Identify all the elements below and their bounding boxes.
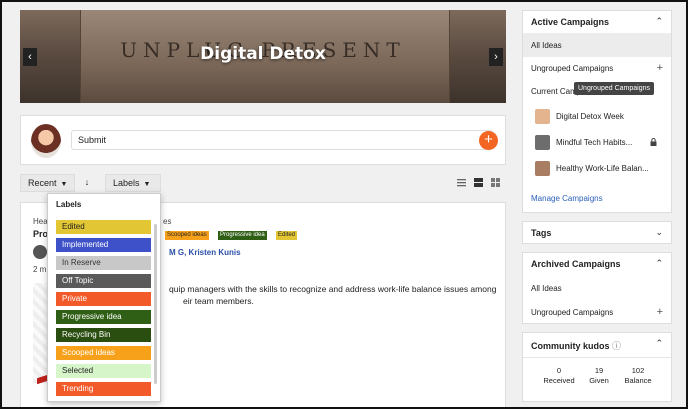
label-item-off-topic[interactable]: Off Topic <box>56 274 151 288</box>
add-idea-button[interactable]: + <box>479 131 498 150</box>
idea-authors[interactable]: M G, Kristen Kunis <box>169 248 241 257</box>
kudos-given-value: 19 <box>594 366 604 375</box>
tooltip: Ungrouped Campaigns <box>574 82 654 95</box>
label-item-implemented[interactable]: Implemented <box>56 238 151 252</box>
idea-toolbar: Recent ▼ ↓ Labels ▼ <box>20 174 506 192</box>
idea-body: quip managers with the skills to recogni… <box>169 283 499 307</box>
kudos-balance-value: 102 <box>631 366 645 375</box>
all-ideas-label: All Ideas <box>531 41 562 50</box>
archived-campaigns-panel: Archived Campaigns ⌃ All Ideas Ungrouped… <box>522 252 672 324</box>
active-campaigns-panel: Active Campaigns ⌃ All Ideas Ungrouped C… <box>522 10 672 213</box>
ungrouped-campaigns-link[interactable]: Ungrouped Campaigns <box>531 308 613 317</box>
submit-input[interactable]: Submit <box>71 130 493 150</box>
chevron-up-icon[interactable]: ⌃ <box>655 258 663 269</box>
panel-title: Active Campaigns <box>531 17 610 27</box>
kudos-title: Community kudos <box>531 341 610 351</box>
label-item-scooped-ideas[interactable]: Scooped ideas <box>56 346 151 360</box>
lock-icon <box>650 138 657 146</box>
plus-icon[interactable]: + <box>657 62 663 74</box>
app-frame: UNPLUG PRESENT Digital Detox ‹ › Submit … <box>0 0 688 409</box>
tags-panel[interactable]: Tags ⌄ <box>522 221 672 244</box>
card-view-icon[interactable] <box>474 178 483 187</box>
campaign-link[interactable]: Healthy Work-Life Balan... <box>556 164 649 173</box>
chevron-down-icon[interactable]: ⌄ <box>655 227 663 238</box>
all-ideas-link[interactable]: All Ideas <box>531 284 562 293</box>
labels-button-label: Labels <box>113 178 140 188</box>
submit-idea-card: Submit + <box>20 115 506 165</box>
label-item-progressive-idea[interactable]: Progressive idea <box>56 310 151 324</box>
grid-view-icon[interactable] <box>491 178 500 187</box>
campaign-thumbnail <box>535 161 550 176</box>
idea-title-fragment: Pro <box>33 229 49 239</box>
divider <box>523 357 671 358</box>
label-item-recycling-bin[interactable]: Recycling Bin <box>56 328 151 342</box>
chevron-up-icon[interactable]: ⌃ <box>655 338 663 349</box>
kudos-balance-label: Balance <box>624 376 652 385</box>
labels-dropdown-button[interactable]: Labels ▼ <box>105 174 161 192</box>
idea-body-line: quip managers with the skills to recogni… <box>169 284 497 294</box>
chevron-left-icon[interactable]: ‹ <box>23 48 37 66</box>
sort-dropdown[interactable]: Recent ▼ <box>20 174 75 192</box>
menu-scrollbar[interactable] <box>154 224 157 384</box>
tag-scooped: Scooped ideas <box>165 231 209 240</box>
chevron-right-icon[interactable]: › <box>489 48 503 66</box>
banner-title: Digital Detox <box>200 44 326 64</box>
author-avatar <box>33 245 47 259</box>
chevron-up-icon[interactable]: ⌃ <box>655 16 663 27</box>
label-item-selected[interactable]: Selected <box>56 364 151 378</box>
ungrouped-campaigns-link[interactable]: Ungrouped Campaigns <box>531 64 613 73</box>
tag-progressive: Progressive idea <box>218 231 267 240</box>
campaign-thumbnail <box>535 109 550 124</box>
plus-icon[interactable]: + <box>657 306 663 318</box>
list-view-icon[interactable] <box>457 178 466 187</box>
kudos-received-label: Received <box>543 376 575 385</box>
idea-category-fragment: es <box>163 217 172 226</box>
labels-menu-heading: Labels <box>56 200 82 209</box>
sort-label: Recent <box>28 178 57 188</box>
community-kudos-panel: Community kudos ⓘ ⌃ 0 Received 19 Given … <box>522 332 672 402</box>
panel-title: Community kudos ⓘ <box>531 339 621 352</box>
view-switcher <box>457 178 502 188</box>
campaign-link[interactable]: Mindful Tech Habits... <box>556 138 632 147</box>
campaign-banner: UNPLUG PRESENT Digital Detox ‹ › <box>20 10 506 103</box>
kudos-given-label: Given <box>589 376 609 385</box>
all-ideas-row[interactable]: All Ideas <box>523 33 671 57</box>
label-item-in-reserve[interactable]: In Reserve <box>56 256 151 270</box>
panel-title: Tags <box>531 228 552 238</box>
chevron-down-icon: ▼ <box>60 181 68 188</box>
kudos-received-value: 0 <box>556 366 562 375</box>
campaign-thumbnail <box>535 135 550 150</box>
idea-body-line: eir team members. <box>183 296 254 306</box>
avatar <box>31 124 61 158</box>
info-icon[interactable]: ⓘ <box>612 341 621 351</box>
tag-edited: Edited <box>276 231 298 240</box>
label-item-private[interactable]: Private <box>56 292 151 306</box>
label-item-edited[interactable]: Edited <box>56 220 151 234</box>
arrow-down-icon[interactable]: ↓ <box>79 174 95 192</box>
chevron-down-icon: ▼ <box>143 181 151 188</box>
labels-dropdown-menu: Labels Edited Implemented In Reserve Off… <box>47 193 161 402</box>
panel-title: Archived Campaigns <box>531 259 621 269</box>
label-item-trending[interactable]: Trending <box>56 382 151 396</box>
idea-date-fragment: 2 m <box>33 265 47 274</box>
manage-campaigns-link[interactable]: Manage Campaigns <box>531 194 603 203</box>
idea-heading-fragment: Hea <box>33 217 48 226</box>
campaign-link[interactable]: Digital Detox Week <box>556 112 624 121</box>
